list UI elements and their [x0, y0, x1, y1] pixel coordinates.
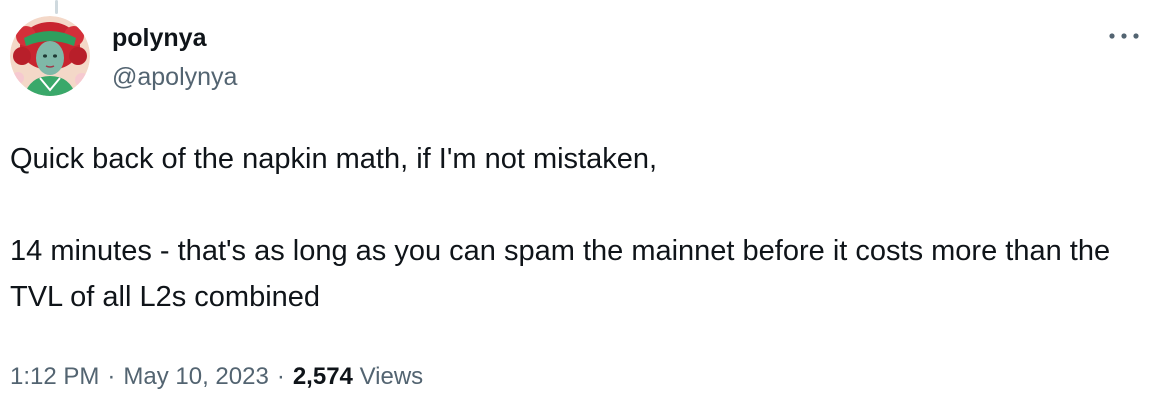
- views-count: 2,574: [292, 363, 353, 390]
- author-avatar[interactable]: [10, 16, 90, 96]
- meta-separator: ·: [276, 363, 285, 390]
- tweet-timestamp-link[interactable]: 1:12 PM · May 10, 2023: [10, 363, 269, 390]
- views-label: Views: [359, 363, 424, 390]
- more-options-button[interactable]: [1104, 20, 1144, 52]
- tweet-meta: 1:12 PM · May 10, 2023 · 2,574 Views: [10, 361, 423, 393]
- tweet-paragraph: Quick back of the napkin math, if I'm no…: [10, 143, 658, 175]
- author-display-name[interactable]: polynya: [112, 22, 206, 54]
- views-link[interactable]: 2,574 Views: [293, 363, 423, 390]
- tweet-time: 1:12 PM: [10, 363, 100, 390]
- meta-separator: ·: [107, 363, 116, 390]
- avatar-illustration-icon: [10, 16, 90, 96]
- thread-connector-line: [55, 0, 58, 14]
- author-handle[interactable]: @apolynya: [112, 61, 237, 93]
- tweet-date: May 10, 2023: [123, 363, 269, 390]
- more-options-icon: [1109, 33, 1139, 39]
- tweet-text: Quick back of the napkin math, if I'm no…: [10, 136, 1150, 320]
- tweet-paragraph: 14 minutes - that's as long as you can s…: [10, 235, 1111, 313]
